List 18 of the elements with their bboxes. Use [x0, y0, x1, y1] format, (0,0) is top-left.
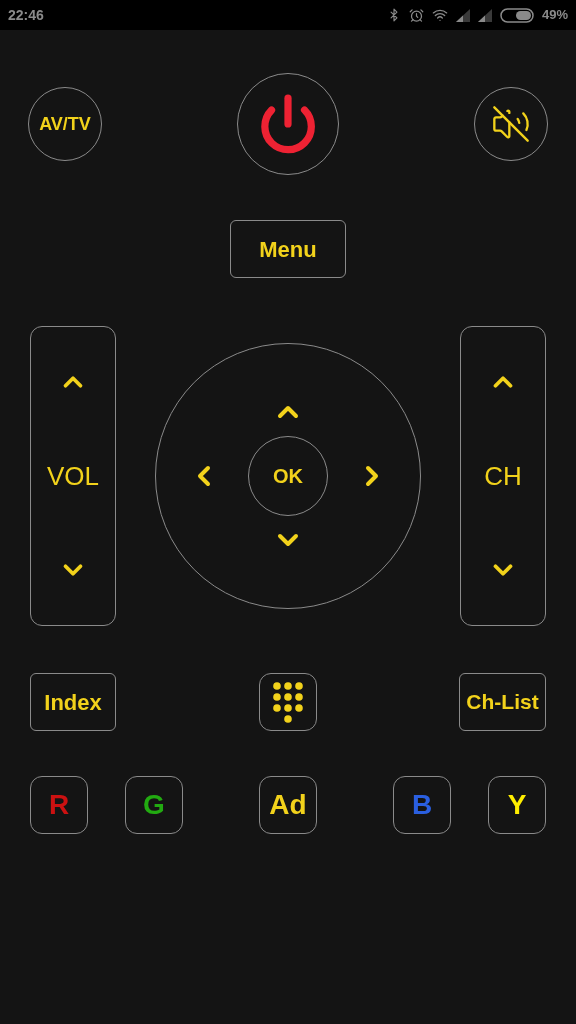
menu-button[interactable]: Menu [230, 220, 346, 278]
status-time: 22:46 [8, 5, 44, 25]
keypad-button[interactable] [258, 673, 317, 731]
index-button[interactable]: Index [30, 673, 116, 731]
mute-icon [491, 104, 531, 144]
keypad-icon [272, 681, 303, 723]
alarm-icon [408, 7, 424, 23]
rocker-label: CH [484, 459, 522, 493]
battery-percent: 49% [541, 6, 568, 25]
color-button[interactable]: G [125, 776, 183, 834]
wifi-icon [431, 7, 448, 23]
signal-icon [477, 8, 492, 22]
signal-icon [455, 8, 470, 22]
battery-icon [499, 7, 534, 23]
channel-list-button[interactable]: Ch-List [459, 673, 546, 731]
color-button[interactable]: Y [488, 776, 546, 834]
color-button[interactable]: Ad [259, 776, 317, 834]
rocker-label: VOL [47, 459, 99, 493]
